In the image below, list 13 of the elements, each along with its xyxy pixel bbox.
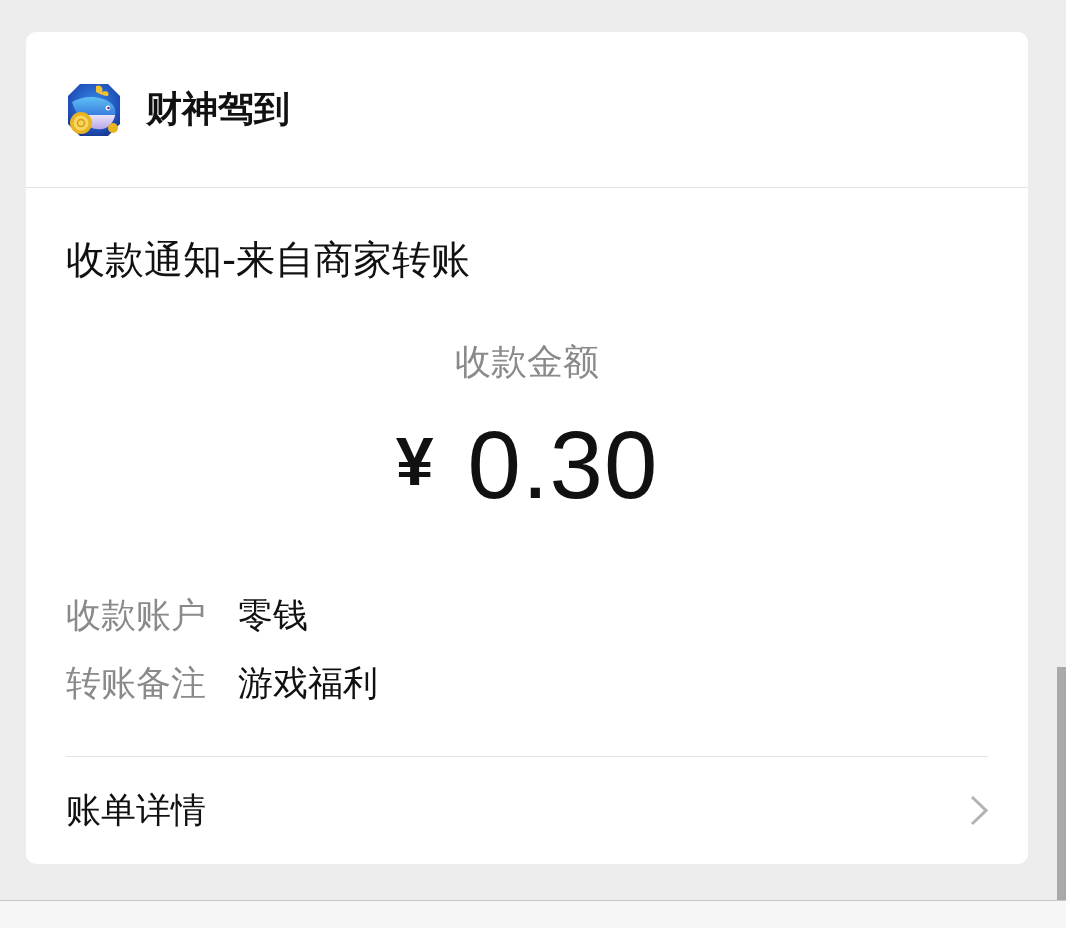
chevron-right-icon	[970, 795, 988, 826]
scrollbar[interactable]	[1057, 667, 1066, 900]
amount-value: 0.30	[467, 410, 659, 520]
detail-value: 零钱	[238, 594, 309, 637]
notice-title: 收款通知-来自商家转账	[66, 236, 472, 284]
currency-symbol: ¥	[395, 422, 434, 501]
detail-value: 游戏福利	[238, 662, 378, 705]
detail-label: 收款账户	[66, 594, 207, 637]
bill-details-link[interactable]: 账单详情	[66, 757, 988, 864]
whale-icon	[66, 81, 122, 138]
amount-label: 收款金额	[455, 340, 599, 384]
detail-label: 转账备注	[66, 662, 207, 705]
app-name: 财神驾到	[146, 87, 290, 132]
